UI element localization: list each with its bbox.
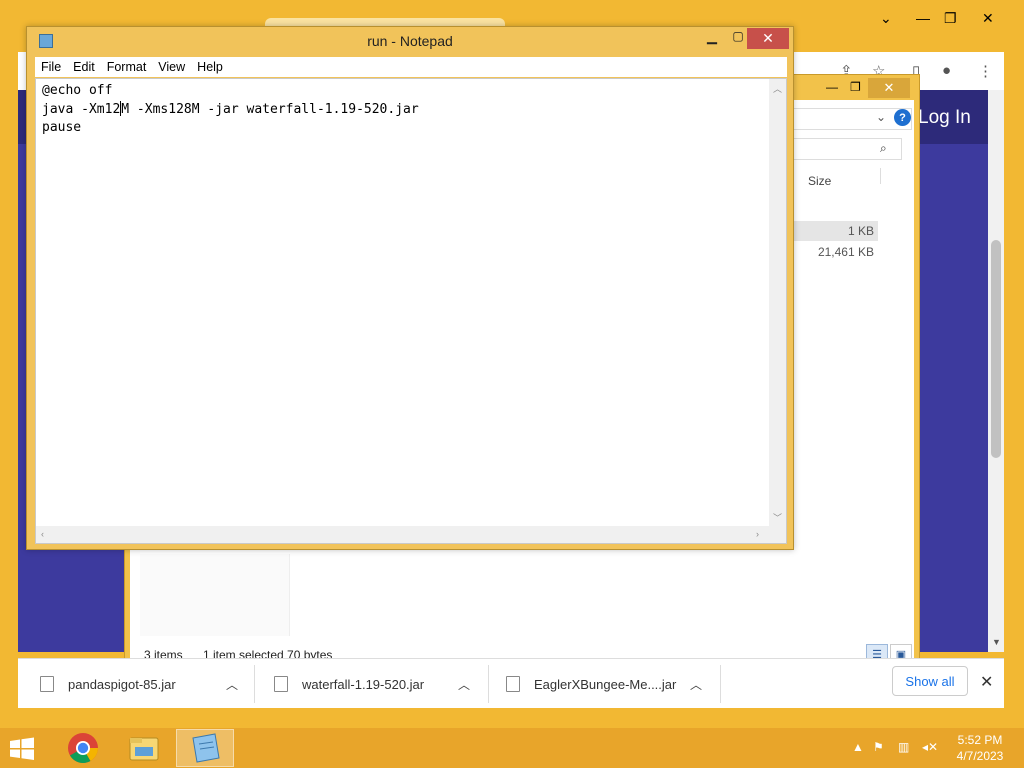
help-icon[interactable]: ? (894, 109, 911, 126)
chrome-scrollbar-thumb[interactable] (991, 240, 1001, 458)
text-editor-area[interactable]: @echo off java -Xm12M -Xms128M -jar wate… (35, 78, 787, 544)
taskbar-file-explorer[interactable] (115, 729, 173, 767)
column-header-size[interactable]: Size (808, 174, 831, 188)
clock-date: 4/7/2023 (956, 749, 1004, 763)
download-item[interactable]: EaglerXBungee-Me....jar ︿ (506, 659, 720, 709)
download-filename: pandaspigot-85.jar (68, 676, 176, 692)
chevron-up-icon[interactable]: ︿ (226, 676, 238, 693)
scroll-left-arrow-icon[interactable]: ‹ (41, 529, 44, 539)
notepad-icon (192, 733, 220, 763)
download-item[interactable]: waterfall-1.19-520.jar ︿ (274, 659, 488, 709)
menu-format[interactable]: Format (101, 60, 153, 74)
file-icon (40, 676, 54, 692)
divider (488, 665, 489, 703)
explorer-close-button[interactable]: ✕ (868, 78, 910, 98)
menu-help[interactable]: Help (191, 60, 229, 74)
volume-muted-icon[interactable]: ◂✕ (922, 740, 938, 754)
window-title: run - Notepad (367, 33, 453, 49)
windows-logo-icon (10, 737, 34, 760)
horizontal-scrollbar[interactable]: ‹ › (36, 526, 770, 543)
explorer-maximize-button[interactable]: ❐ (850, 80, 861, 94)
show-all-button[interactable]: Show all (892, 666, 968, 696)
menu-bar: File Edit Format View Help (35, 57, 787, 77)
scroll-down-arrow-icon[interactable]: ﹀ (773, 511, 782, 524)
system-clock[interactable]: 5:52 PM 4/7/2023 (948, 732, 1012, 764)
menu-edit[interactable]: Edit (67, 60, 101, 74)
vertical-scrollbar[interactable]: ︿ ﹀ (769, 79, 786, 527)
editor-line-1: @echo off (42, 83, 113, 98)
start-button[interactable] (4, 736, 40, 762)
minimize-button[interactable]: ▁ (699, 29, 725, 49)
menu-file[interactable]: File (35, 60, 67, 74)
chrome-maximize-button[interactable]: ❐ (944, 10, 957, 27)
file-icon (506, 676, 520, 692)
chrome-icon (68, 733, 98, 764)
search-icon[interactable]: ⌕ (880, 141, 887, 156)
chevron-up-icon[interactable]: ︿ (458, 676, 470, 693)
network-icon[interactable]: ▥ (898, 740, 909, 754)
chrome-minimize-button[interactable]: — (916, 10, 930, 26)
resize-grip-icon[interactable] (769, 526, 786, 543)
column-divider[interactable] (880, 168, 881, 184)
divider (254, 665, 255, 703)
divider (720, 665, 721, 703)
file-size: 21,461 KB (817, 245, 874, 259)
menu-icon[interactable]: ⋮ (978, 62, 993, 80)
editor-line-3: pause (42, 120, 82, 135)
explorer-preview-area (140, 554, 290, 636)
chevron-down-icon[interactable]: ⌄ (876, 110, 886, 124)
file-explorer-icon (129, 737, 159, 761)
scroll-right-arrow-icon[interactable]: › (756, 529, 759, 539)
editor-text[interactable]: @echo off java -Xm12M -Xms128M -jar wate… (42, 82, 419, 138)
chevron-up-icon[interactable]: ︿ (690, 676, 702, 693)
explorer-minimize-button[interactable]: — (826, 80, 838, 94)
chrome-tab-search-icon[interactable]: ⌄ (880, 10, 892, 27)
notepad-window: run - Notepad ▁ ▢ ✕ File Edit Format Vie… (26, 26, 794, 550)
clock-time: 5:52 PM (957, 733, 1003, 747)
taskbar-chrome[interactable] (54, 729, 112, 767)
editor-line-2-before-caret: java -Xm12 (42, 101, 121, 117)
file-icon (274, 676, 288, 692)
chrome-close-button[interactable]: ✕ (982, 10, 994, 27)
download-filename: EaglerXBungee-Me....jar (534, 676, 677, 692)
taskbar-notepad[interactable] (176, 729, 234, 767)
menu-view[interactable]: View (152, 60, 191, 74)
profile-icon[interactable]: ● (942, 62, 951, 79)
download-filename: waterfall-1.19-520.jar (302, 676, 425, 692)
action-center-flag-icon[interactable]: ⚑ (873, 740, 884, 754)
show-hidden-icons-icon[interactable]: ▲ (852, 740, 864, 754)
scroll-down-arrow-icon[interactable]: ▼ (992, 637, 1001, 647)
download-bar: pandaspigot-85.jar ︿ waterfall-1.19-520.… (18, 658, 1004, 708)
close-download-bar-button[interactable]: ✕ (980, 672, 993, 692)
log-in-link[interactable]: Log In (918, 107, 971, 129)
notepad-titlebar[interactable]: run - Notepad ▁ ▢ ✕ (27, 27, 793, 55)
close-button[interactable]: ✕ (747, 28, 789, 49)
scroll-up-arrow-icon[interactable]: ︿ (773, 82, 782, 95)
editor-line-2-after-caret: M -Xms128M -jar waterfall-1.19-520.jar (121, 101, 419, 117)
file-size: 1 KB (847, 224, 874, 238)
download-item[interactable]: pandaspigot-85.jar ︿ (40, 659, 254, 709)
